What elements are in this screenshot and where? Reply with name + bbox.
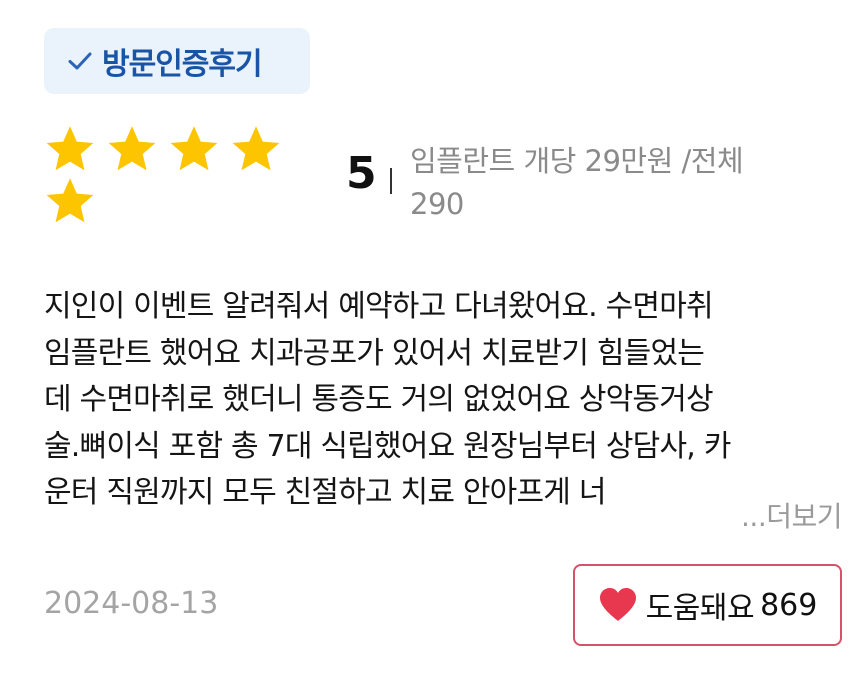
verified-visit-badge: 방문인증후기: [44, 28, 310, 94]
review-line: 데 수면마취로 했더니 통증도 거의 없었어요 상악동거상: [44, 382, 714, 417]
star-icon: [42, 174, 98, 230]
treatment-price-info: 임플란트 개당 29만원 /전체 290: [410, 140, 830, 226]
helpful-count: 869: [760, 587, 818, 623]
star-icon: [166, 122, 222, 178]
star-icon: [228, 122, 284, 178]
star-icon: [42, 122, 98, 178]
review-line: 임플란트 했어요 치과공포가 있어서 치료받기 힘들었는: [44, 335, 705, 371]
heart-icon: [599, 588, 636, 621]
review-date: 2024-08-13: [44, 586, 219, 621]
helpful-label: 도움돼요: [645, 591, 755, 626]
star-icon: [104, 122, 160, 178]
review-line: 지인이 이벤트 알려줘서 예약하고 다녀왔어요. 수면마취: [44, 289, 714, 324]
divider: [390, 168, 392, 194]
more-link[interactable]: ...더보기: [741, 495, 842, 535]
badge-label: 방문인증후기: [102, 47, 263, 82]
helpful-button[interactable]: 도움돼요 869: [573, 564, 842, 646]
price-line-2: 290: [410, 187, 464, 221]
check-icon: [68, 52, 92, 70]
review-text: 지인이 이벤트 알려줘서 예약하고 다녀왔어요. 수면마취 임플란트 했어요 치…: [44, 284, 844, 517]
price-line-1: 임플란트 개당 29만원 /전체: [410, 144, 744, 178]
review-line: 술.뼈이식 포함 총 7대 식립했어요 원장님부터 상담사, 카: [44, 428, 731, 464]
more-link-container: ...더보기: [671, 492, 842, 538]
rating-score: 5: [346, 148, 377, 199]
